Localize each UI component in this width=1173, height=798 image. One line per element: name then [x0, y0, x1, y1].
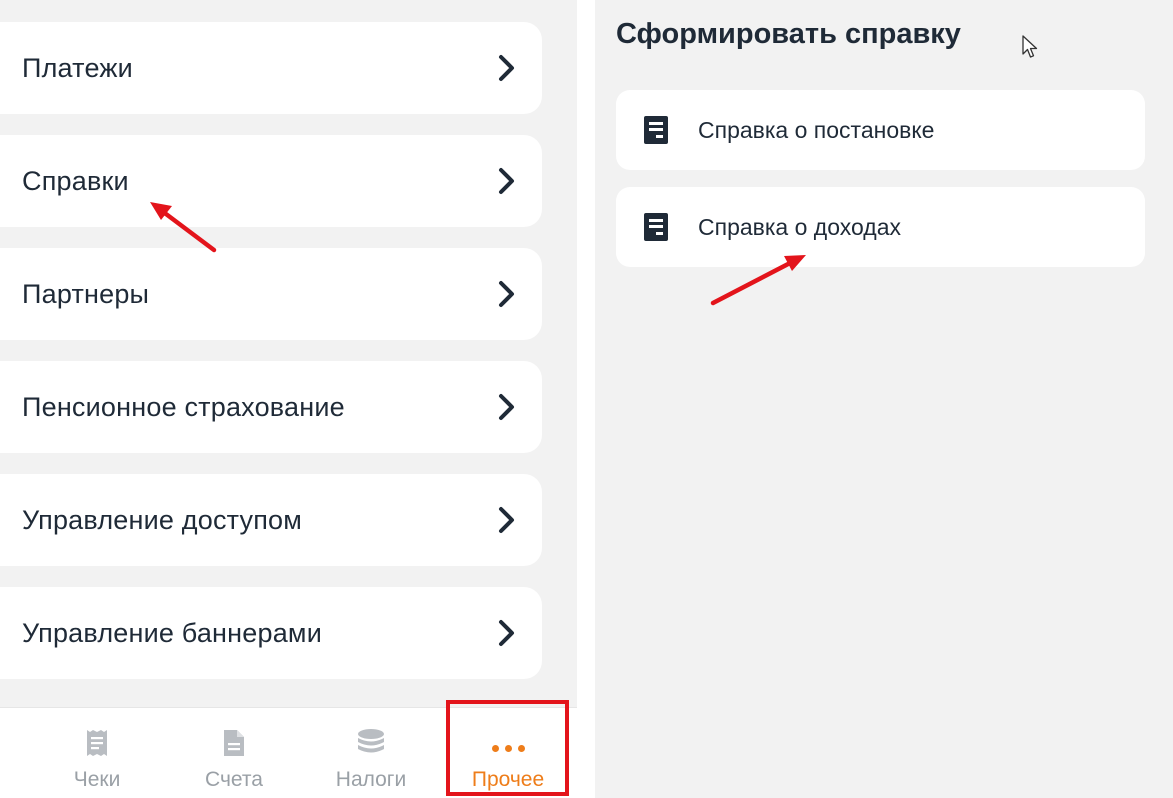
- menu-item-label: Управление доступом: [22, 504, 303, 535]
- menu-item-label: Пенсионное страхование: [22, 391, 345, 422]
- tab-label: Чеки: [73, 768, 121, 791]
- certificate-registration-button[interactable]: Справка о постановке: [616, 90, 1145, 170]
- page-title: Сформировать справку: [616, 18, 961, 50]
- menu-item-label: Платежи: [22, 52, 133, 83]
- chevron-right-icon: [499, 394, 514, 420]
- chevron-right-icon: [499, 620, 514, 646]
- menu-item-certificates[interactable]: Справки: [0, 135, 542, 227]
- more-dots-icon: [491, 728, 525, 758]
- menu-item-label: Партнеры: [22, 278, 150, 309]
- tab-label: Налоги: [335, 768, 407, 791]
- tab-invoices[interactable]: Счета: [169, 708, 299, 798]
- app-root: Платежи Справки Партнеры Пенсионное стра…: [0, 0, 1173, 798]
- chevron-right-icon: [499, 281, 514, 307]
- document-icon: [644, 116, 668, 144]
- chevron-right-icon: [499, 168, 514, 194]
- document-icon: [644, 213, 668, 241]
- more-menu-panel: Платежи Справки Партнеры Пенсионное стра…: [0, 0, 577, 798]
- certificate-label: Справка о постановке: [698, 116, 935, 143]
- certificate-income-button[interactable]: Справка о доходах: [616, 187, 1145, 267]
- tab-receipts[interactable]: Чеки: [32, 708, 162, 798]
- menu-item-label: Справки: [22, 165, 129, 196]
- certificate-label: Справка о доходах: [698, 213, 901, 240]
- menu-item-label: Управление баннерами: [22, 617, 322, 648]
- panel-divider: [577, 0, 595, 798]
- tab-taxes[interactable]: Налоги: [306, 708, 436, 798]
- tab-label: Счета: [205, 768, 263, 791]
- menu-item-partners[interactable]: Партнеры: [0, 248, 542, 340]
- menu-item-banner-management[interactable]: Управление баннерами: [0, 587, 542, 679]
- chevron-right-icon: [499, 507, 514, 533]
- receipt-icon: [86, 728, 108, 758]
- coins-stack-icon: [357, 728, 385, 758]
- chevron-right-icon: [499, 55, 514, 81]
- menu-item-access-management[interactable]: Управление доступом: [0, 474, 542, 566]
- menu-item-pension-insurance[interactable]: Пенсионное страхование: [0, 361, 542, 453]
- document-icon: [223, 728, 245, 758]
- bottom-tab-bar: Чеки Счета Налоги Прочее: [0, 707, 577, 798]
- menu-item-payments[interactable]: Платежи: [0, 22, 542, 114]
- certificate-panel: Сформировать справку Справка о постановк…: [595, 0, 1173, 798]
- tab-more[interactable]: Прочее: [443, 708, 573, 798]
- tab-label: Прочее: [471, 768, 545, 791]
- mouse-cursor-icon: [1022, 35, 1038, 58]
